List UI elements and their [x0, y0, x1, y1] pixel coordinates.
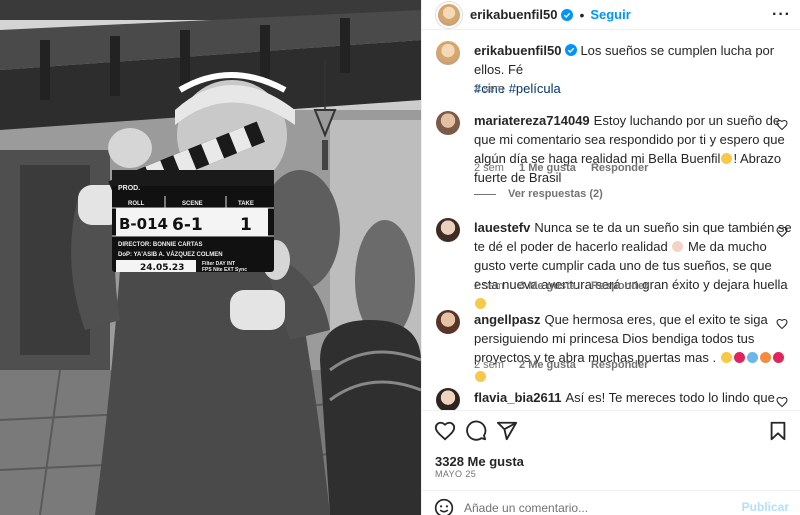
- caption-username[interactable]: erikabuenfil50: [474, 43, 561, 58]
- comment-username[interactable]: mariatereza714049: [474, 113, 590, 128]
- slate-scene: 6-1: [172, 215, 203, 235]
- publish-button[interactable]: Publicar: [742, 500, 789, 514]
- comment-meta: 2 sem 2 Me gusta Responder: [474, 359, 660, 371]
- comment-avatar[interactable]: [436, 388, 460, 410]
- share-icon[interactable]: [496, 420, 518, 442]
- instagram-post-modal: PROD. ROLL SCENE TAKE B-014 6-1 1 DIRECT…: [0, 0, 800, 515]
- sparkle-emoji-icon: [759, 352, 771, 363]
- party-popper-emoji-icon: [746, 352, 758, 363]
- slate-prod: PROD.: [118, 185, 140, 192]
- comment-avatar[interactable]: [436, 111, 460, 135]
- comment-username[interactable]: angellpasz: [474, 312, 540, 327]
- slate-take-label: TAKE: [238, 201, 254, 207]
- praying-hands-emoji-icon: [672, 241, 684, 252]
- comment-text: angellpasz Que hermosa eres, que el exito…: [474, 310, 792, 386]
- comment-username[interactable]: lauestefv: [474, 220, 530, 235]
- slate-director: DIRECTOR: BONNIE CARTAS: [118, 242, 202, 248]
- post-photo[interactable]: PROD. ROLL SCENE TAKE B-014 6-1 1 DIRECT…: [0, 0, 421, 515]
- slate-date: 24.05.23: [140, 263, 184, 273]
- post-actions: 3328 Me gusta MAYO 25 Publicar: [422, 410, 800, 515]
- heart-eyes-emoji-icon: [721, 153, 733, 164]
- comment-time: 2 sem: [474, 162, 504, 174]
- separator-dot: •: [579, 6, 585, 23]
- comment-time: 2 sem: [474, 280, 504, 292]
- comment-text: mariatereza714049 Estoy luchando por un s…: [474, 111, 792, 187]
- slate-take: 1: [240, 215, 252, 235]
- heart-icon[interactable]: [434, 420, 456, 442]
- slate-roll-label: ROLL: [128, 201, 145, 207]
- author-avatar[interactable]: [436, 1, 462, 28]
- caption-meta: 2 sem: [474, 83, 516, 95]
- bookmark-icon[interactable]: [767, 420, 789, 442]
- caption-time: 2 sem: [474, 83, 504, 95]
- comments-list[interactable]: erikabuenfil50 Los sueños se cumplen luch…: [422, 31, 800, 410]
- comment-avatar[interactable]: [436, 218, 460, 242]
- add-comment-bar: Publicar: [422, 490, 800, 515]
- reply-button[interactable]: Responder: [591, 280, 648, 292]
- comment-text: lauestefv Nunca se te da un sueño sin que…: [474, 218, 792, 313]
- hundred-emoji-icon: [772, 352, 784, 363]
- slate-roll: B-014: [119, 215, 168, 233]
- comment-likes[interactable]: 1 Me gusta: [519, 162, 576, 174]
- post-header: erikabuenfil50 • Seguir ···: [422, 0, 800, 30]
- heart-eyes-emoji-icon: [720, 352, 732, 363]
- comment-time: 2 sem: [474, 359, 504, 371]
- likes-count[interactable]: 3328 Me gusta: [435, 454, 524, 469]
- verified-badge-icon: [565, 44, 578, 56]
- caption-text: erikabuenfil50 Los sueños se cumplen luch…: [474, 41, 792, 98]
- more-options-icon[interactable]: ···: [772, 6, 791, 24]
- comment-icon[interactable]: [465, 420, 487, 442]
- comment-input[interactable]: [464, 498, 724, 515]
- follow-button[interactable]: Seguir: [590, 7, 630, 22]
- slate-scene-label: SCENE: [182, 201, 203, 207]
- comment-likes[interactable]: 3 Me gusta: [519, 280, 576, 292]
- like-comment-heart-icon[interactable]: [776, 396, 788, 408]
- comment-likes[interactable]: 2 Me gusta: [519, 359, 576, 371]
- red-heart-emoji-icon: [733, 352, 745, 363]
- comment-username[interactable]: flavia_bia2611: [474, 390, 561, 405]
- photo-illustration: PROD. ROLL SCENE TAKE B-014 6-1 1 DIRECT…: [0, 0, 421, 515]
- emoji-icon[interactable]: [434, 498, 454, 515]
- caption-avatar[interactable]: [436, 41, 460, 65]
- comment-avatar[interactable]: [436, 310, 460, 334]
- comment-text: flavia_bia2611 Así es! Te mereces todo lo…: [474, 388, 792, 410]
- clapping-hands-emoji-icon: [475, 371, 486, 382]
- like-comment-heart-icon[interactable]: [776, 226, 788, 238]
- author-username[interactable]: erikabuenfil50: [470, 7, 557, 22]
- reply-button[interactable]: Responder: [591, 359, 648, 371]
- post-date: MAYO 25: [435, 469, 477, 479]
- verified-badge-icon: [561, 8, 574, 21]
- slate-fps: FPS Nite EXT Sync: [202, 267, 247, 273]
- slate-dop: DoP: YA'ASIB A. VÁZQUEZ COLMEN: [118, 251, 223, 258]
- comment-meta: 2 sem 1 Me gusta Responder: [474, 162, 660, 174]
- like-comment-heart-icon[interactable]: [776, 119, 788, 131]
- view-replies-button[interactable]: Ver respuestas (2): [474, 188, 603, 200]
- comment-meta: 2 sem 3 Me gusta Responder: [474, 280, 660, 292]
- post-side-panel: erikabuenfil50 • Seguir ··· erikabuenfil…: [421, 0, 800, 515]
- like-comment-heart-icon[interactable]: [776, 318, 788, 330]
- sparkles-emoji-icon: [475, 298, 486, 309]
- reply-button[interactable]: Responder: [591, 162, 648, 174]
